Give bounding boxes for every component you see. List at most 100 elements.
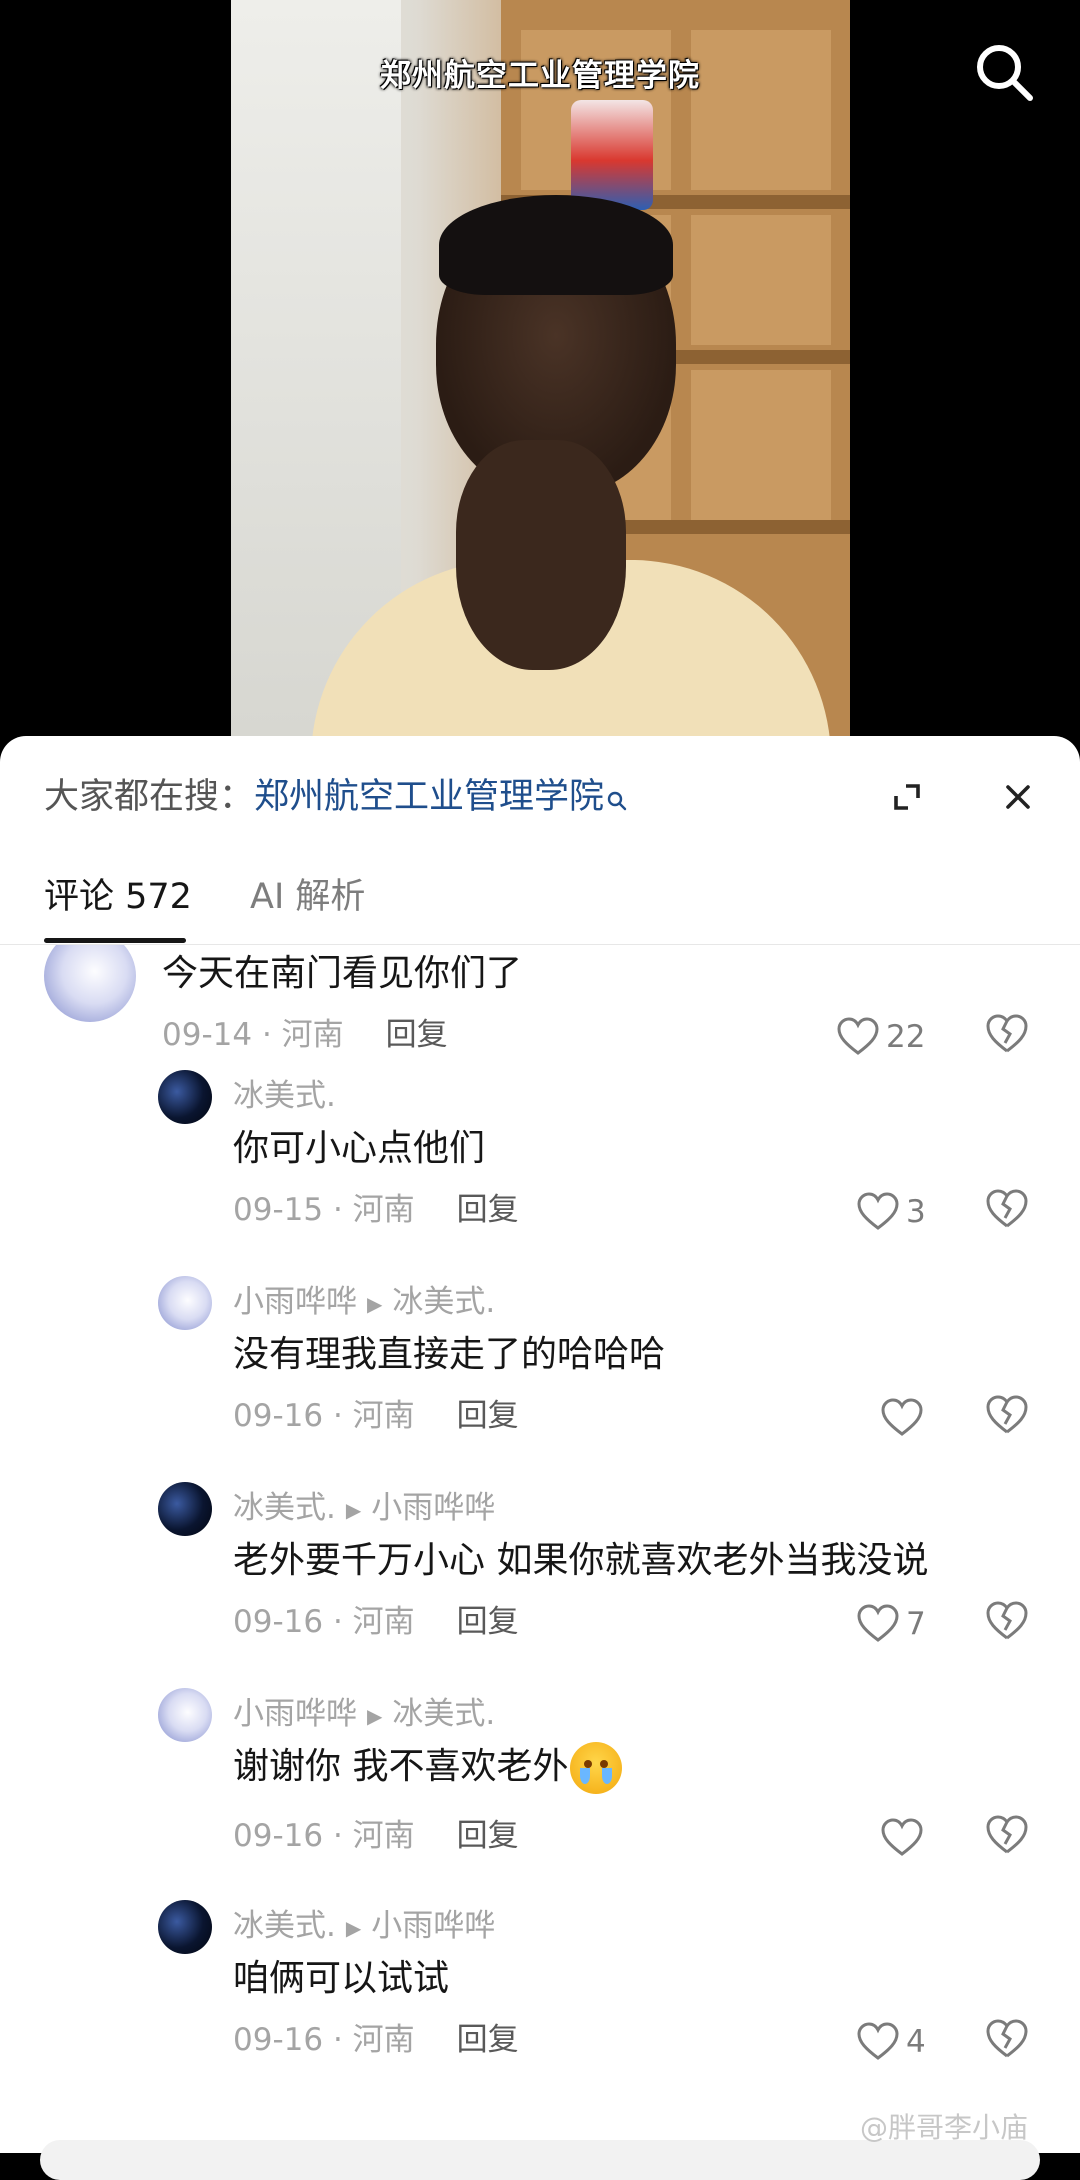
close-icon[interactable] bbox=[995, 774, 1041, 820]
avatar[interactable] bbox=[158, 1276, 212, 1330]
comment-meta: 09-16 · 河南 回复 bbox=[233, 1398, 519, 1434]
video-person-hand bbox=[456, 440, 626, 670]
comment-list[interactable]: 今天在南门看见你们了 09-14 · 河南 回复 22 冰美式. 你可小心点他们 … bbox=[0, 945, 1080, 2153]
reply-target[interactable]: 冰美式. bbox=[392, 1696, 495, 1732]
comment-text: 今天在南门看见你们了 bbox=[162, 953, 523, 994]
heart-icon bbox=[837, 1016, 879, 1055]
avatar[interactable] bbox=[158, 1900, 212, 1954]
comment-reply-item: 小雨哗哗 ▶ 冰美式. 谢谢你 我不喜欢老外 09-16 · 河南 回复 bbox=[0, 1688, 1080, 1900]
comment-meta: 09-14 · 河南 回复 bbox=[162, 1017, 448, 1053]
comment-text: 你可小心点他们 bbox=[233, 1128, 486, 1169]
broken-heart-icon[interactable] bbox=[984, 1392, 1030, 1438]
comment-meta: 09-16 · 河南 回复 bbox=[233, 1818, 519, 1854]
broken-heart-icon[interactable] bbox=[984, 1598, 1030, 1644]
reply-author[interactable]: 冰美式. bbox=[233, 1078, 336, 1114]
like-count: 7 bbox=[906, 1605, 926, 1642]
broken-heart-icon[interactable] bbox=[984, 1812, 1030, 1858]
crying-face-emoji-icon bbox=[570, 1742, 623, 1794]
reply-target[interactable]: 冰美式. bbox=[392, 1284, 495, 1320]
like-button[interactable]: 7 bbox=[856, 1598, 926, 1646]
comment-text: 老外要千万小心 如果你就喜欢老外当我没说 bbox=[233, 1540, 929, 1581]
heart-icon bbox=[881, 1397, 923, 1436]
search-icon[interactable] bbox=[972, 40, 1036, 104]
comment-location: 河南 bbox=[281, 1017, 344, 1053]
like-button[interactable]: 4 bbox=[856, 2016, 926, 2064]
comment-username[interactable]: 冰美式. bbox=[233, 1076, 336, 1116]
comment-date: 09-16 bbox=[233, 1818, 324, 1854]
comment-location: 河南 bbox=[352, 1604, 415, 1640]
comment-item: 今天在南门看见你们了 09-14 · 河南 回复 22 bbox=[0, 945, 1080, 1070]
comment-meta: 09-15 · 河南 回复 bbox=[233, 1192, 519, 1228]
comment-date: 09-16 bbox=[233, 1604, 324, 1640]
comment-username[interactable]: 冰美式. ▶ 小雨哗哗 bbox=[233, 1906, 495, 1946]
reply-button[interactable]: 回复 bbox=[457, 1192, 519, 1228]
video-player[interactable]: 郑州航空工业管理学院 bbox=[0, 0, 1080, 760]
heart-icon bbox=[857, 2021, 899, 2060]
reply-arrow-icon: ▶ bbox=[367, 1703, 383, 1728]
heart-icon bbox=[857, 1603, 899, 1642]
comment-text: 咱俩可以试试 bbox=[233, 1958, 450, 1999]
reply-author[interactable]: 小雨哗哗 bbox=[233, 1696, 357, 1732]
like-button[interactable] bbox=[880, 1392, 924, 1440]
comment-location: 河南 bbox=[352, 1818, 415, 1854]
like-button[interactable] bbox=[880, 1812, 924, 1860]
comment-location: 河南 bbox=[352, 1192, 415, 1228]
like-button[interactable]: 22 bbox=[836, 1011, 925, 1059]
broken-heart-icon[interactable] bbox=[984, 1011, 1030, 1057]
broken-heart-icon[interactable] bbox=[984, 1186, 1030, 1232]
comment-reply-item: 冰美式. ▶ 小雨哗哗 咱俩可以试试 09-16 · 河南 回复 4 bbox=[0, 1900, 1080, 2106]
comment-sheet: 大家都在搜：郑州航空工业管理学院 评论 572 AI 解析 今天在南门看见你们了… bbox=[0, 736, 1080, 2153]
comment-username[interactable]: 小雨哗哗 ▶ 冰美式. bbox=[233, 1694, 495, 1734]
avatar[interactable] bbox=[44, 945, 136, 1022]
comment-reply-item: 冰美式. ▶ 小雨哗哗 老外要千万小心 如果你就喜欢老外当我没说 09-16 · 河… bbox=[0, 1482, 1080, 1688]
comment-text: 谢谢你 我不喜欢老外 bbox=[233, 1742, 623, 1794]
reply-button[interactable]: 回复 bbox=[457, 1818, 519, 1854]
small-search-icon bbox=[606, 776, 628, 826]
heart-icon bbox=[857, 1191, 899, 1230]
heart-icon bbox=[881, 1817, 923, 1856]
like-button[interactable]: 3 bbox=[856, 1186, 926, 1234]
avatar[interactable] bbox=[158, 1482, 212, 1536]
expand-icon[interactable] bbox=[884, 774, 930, 820]
hot-search-bar[interactable]: 大家都在搜：郑州航空工业管理学院 bbox=[44, 772, 628, 822]
comment-meta: 09-16 · 河南 回复 bbox=[233, 2022, 519, 2058]
comment-reply-item: 冰美式. 你可小心点他们 09-15 · 河南 回复 3 bbox=[0, 1070, 1080, 1276]
tab-comments[interactable]: 评论 572 bbox=[44, 864, 192, 942]
comment-date: 09-15 bbox=[233, 1192, 324, 1228]
broken-heart-icon[interactable] bbox=[984, 2016, 1030, 2062]
reply-author[interactable]: 冰美式. bbox=[233, 1490, 336, 1526]
reply-author[interactable]: 冰美式. bbox=[233, 1908, 336, 1944]
reply-button[interactable]: 回复 bbox=[457, 1604, 519, 1640]
reply-button[interactable]: 回复 bbox=[457, 2022, 519, 2058]
reply-author[interactable]: 小雨哗哗 bbox=[233, 1284, 357, 1320]
reply-button[interactable]: 回复 bbox=[457, 1398, 519, 1434]
video-detergent bbox=[571, 100, 653, 210]
comment-username[interactable]: 冰美式. ▶ 小雨哗哗 bbox=[233, 1488, 495, 1528]
reply-arrow-icon: ▶ bbox=[367, 1291, 383, 1316]
comment-input-bar[interactable] bbox=[40, 2140, 1040, 2180]
like-count: 22 bbox=[886, 1018, 926, 1055]
reply-button[interactable]: 回复 bbox=[386, 1017, 448, 1053]
avatar[interactable] bbox=[158, 1070, 212, 1124]
reply-target[interactable]: 小雨哗哗 bbox=[371, 1908, 495, 1944]
tab-ai-analysis[interactable]: AI 解析 bbox=[250, 864, 365, 942]
hot-search-prefix: 大家都在搜： bbox=[44, 777, 255, 817]
video-frame bbox=[231, 0, 850, 760]
video-title: 郑州航空工业管理学院 bbox=[380, 58, 700, 94]
like-count: 3 bbox=[906, 1193, 926, 1230]
avatar[interactable] bbox=[158, 1688, 212, 1742]
comment-username[interactable]: 小雨哗哗 ▶ 冰美式. bbox=[233, 1282, 495, 1322]
comment-date: 09-16 bbox=[233, 1398, 324, 1434]
hot-search-keyword[interactable]: 郑州航空工业管理学院 bbox=[254, 777, 604, 817]
like-count: 4 bbox=[906, 2023, 926, 2060]
comment-location: 河南 bbox=[352, 2022, 415, 2058]
comment-text-content: 谢谢你 我不喜欢老外 bbox=[233, 1746, 569, 1787]
reply-arrow-icon: ▶ bbox=[345, 1497, 362, 1522]
comment-date: 09-16 bbox=[233, 2022, 324, 2058]
comment-location: 河南 bbox=[352, 1398, 415, 1434]
reply-target[interactable]: 小雨哗哗 bbox=[371, 1490, 495, 1526]
watermark-text: @胖哥李小庙 bbox=[860, 2111, 1029, 2144]
comment-text: 没有理我直接走了的哈哈哈 bbox=[233, 1334, 666, 1375]
comment-date: 09-14 bbox=[162, 1017, 253, 1053]
reply-arrow-icon: ▶ bbox=[345, 1915, 362, 1940]
